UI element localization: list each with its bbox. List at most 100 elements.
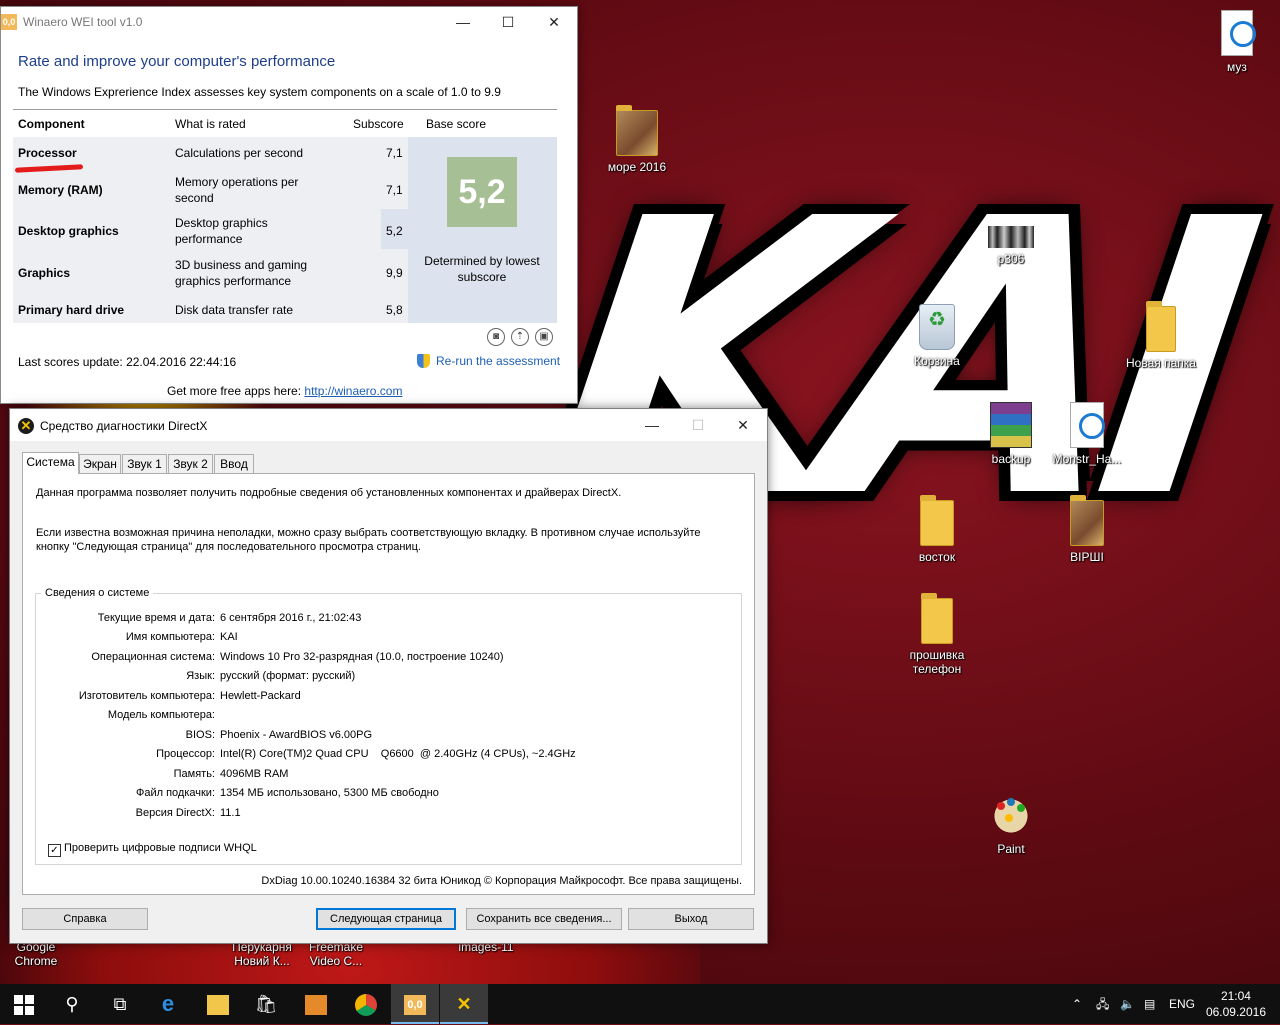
col-header-base-score: Base score <box>426 117 487 131</box>
info-value: Intel(R) Core(TM)2 Quad CPU Q6600 @ 2.40… <box>220 748 576 760</box>
save-icon[interactable]: ▣ <box>535 328 553 346</box>
row-hard-drive-component: Primary hard drive <box>18 303 125 317</box>
winrar-archive-icon <box>990 402 1032 448</box>
maximize-button[interactable]: ☐ <box>485 7 531 37</box>
start-button[interactable] <box>0 984 48 1024</box>
desktop-icon-proshivka[interactable]: прошивка телефон <box>889 593 985 676</box>
photo-folder-icon <box>1070 495 1104 546</box>
tab-display[interactable]: Экран <box>79 454 121 473</box>
col-header-component: Component <box>18 117 85 131</box>
desktop-icon-freemake[interactable]: Freemake Video C... <box>288 940 384 968</box>
camera-icon[interactable]: ◙ <box>487 328 505 346</box>
rerun-assessment-link[interactable]: Re-run the assessment <box>417 354 560 368</box>
store-icon: 🛍 <box>254 994 278 1014</box>
checkmark-icon: ✓ <box>48 844 61 857</box>
save-all-info-button[interactable]: Сохранить все сведения... <box>466 908 622 930</box>
photo-folder-icon <box>616 105 658 156</box>
task-view-button[interactable]: ⧉ <box>96 984 144 1024</box>
wei-app-icon: 0,0 <box>1 14 17 30</box>
notification-icon: ▤ <box>1144 997 1156 1011</box>
recycle-bin-icon <box>919 304 955 350</box>
info-value: 1354 МБ использовано, 5300 МБ свободно <box>220 787 439 799</box>
base-score-note: Determined by lowest subscore <box>424 254 540 284</box>
desktop-icon-paint[interactable]: Paint <box>963 794 1059 856</box>
tray-overflow-chevron[interactable]: ⌃ <box>1072 984 1082 1024</box>
divider <box>13 109 557 110</box>
dxdiag-titlebar[interactable]: ✕ Средство диагностики DirectX — ☐ ✕ <box>10 409 767 441</box>
taskbar: ⚲ ⧉ e 🛍 0,0 ✕ ⌃ 🖧 🔈 ▤ ENG 21:04 06.09.20… <box>0 984 1280 1024</box>
wei-app-icon: 0,0 <box>404 995 426 1016</box>
desktop-icon-more-2016[interactable]: море 2016 <box>589 105 685 174</box>
row-desktop-graphics-component: Desktop graphics <box>18 224 119 238</box>
audio-file-icon <box>1221 10 1256 56</box>
image-file-icon <box>988 226 1034 248</box>
intro-text-2: Если известна возможная причина неполадк… <box>36 527 701 553</box>
folder-icon <box>207 995 229 1016</box>
winaero-link[interactable]: http://winaero.com <box>304 384 402 398</box>
wei-description: The Windows Exprerience Index assesses k… <box>18 85 501 99</box>
dxdiag-version-footer: DxDiag 10.00.10240.16384 32 бита Юникод … <box>261 875 742 887</box>
row-memory-rated: Memory operations per second <box>175 175 299 205</box>
desktop-icon-chrome[interactable]: Google Chrome <box>0 940 84 968</box>
taskbar-media-player[interactable] <box>292 984 340 1024</box>
task-view-icon: ⧉ <box>113 994 127 1014</box>
wei-titlebar[interactable]: 0,0 Winaero WEI tool v1.0 — ☐ ✕ <box>1 7 577 37</box>
close-button[interactable]: ✕ <box>531 7 577 37</box>
audio-file-icon <box>1070 402 1105 448</box>
desktop-icon-muz[interactable]: муз <box>1189 10 1280 74</box>
row-memory-subscore: 7,1 <box>386 183 403 197</box>
tab-input[interactable]: Ввод <box>214 454 254 473</box>
info-value: Windows 10 Pro 32-разрядная (10.0, постр… <box>220 651 504 663</box>
taskbar-explorer[interactable] <box>194 984 242 1024</box>
row-processor-rated: Calculations per second <box>175 146 304 160</box>
col-header-rated: What is rated <box>175 117 246 131</box>
tab-sound-1[interactable]: Звук 1 <box>122 454 167 473</box>
folder-icon <box>921 593 953 644</box>
row-processor-subscore: 7,1 <box>386 146 403 160</box>
row-graphics-component: Graphics <box>18 266 71 280</box>
search-button[interactable]: ⚲ <box>48 984 96 1024</box>
wei-window-title: Winaero WEI tool v1.0 <box>23 15 143 29</box>
taskbar-store[interactable]: 🛍 <box>242 984 290 1024</box>
share-icon[interactable]: ⇡ <box>511 328 529 346</box>
desktop-icon-monstr[interactable]: Monstr_Ha... <box>1039 402 1135 466</box>
desktop-icon-p306[interactable]: p306 <box>963 226 1059 266</box>
whql-checkbox[interactable]: ✓ Проверить цифровые подписи WHQL <box>48 842 257 857</box>
taskbar-dxdiag[interactable]: ✕ <box>440 984 488 1024</box>
info-value: 11.1 <box>220 807 241 819</box>
tray-volume[interactable]: 🔈 <box>1120 984 1135 1024</box>
uac-shield-icon <box>417 354 430 368</box>
tray-clock[interactable]: 21:04 06.09.2016 <box>1206 988 1266 1020</box>
taskbar-chrome[interactable] <box>342 984 390 1024</box>
search-icon: ⚲ <box>65 994 79 1014</box>
folder-icon <box>1146 301 1176 352</box>
desktop-icon-recycle-bin[interactable]: Корзина <box>889 304 985 368</box>
minimize-button[interactable]: — <box>440 7 486 37</box>
row-desktop-graphics-subscore: 5,2 <box>386 224 403 238</box>
minimize-button[interactable]: — <box>629 410 675 440</box>
tab-sound-2[interactable]: Звук 2 <box>168 454 213 473</box>
row-graphics-subscore: 9,9 <box>386 266 403 280</box>
media-player-icon <box>305 995 327 1016</box>
info-value: 4096MB RAM <box>220 768 289 780</box>
tab-system[interactable]: Система <box>22 452 79 474</box>
info-value: KAI <box>220 631 238 643</box>
next-page-button[interactable]: Следующая страница <box>316 908 456 930</box>
desktop-icon-new-folder[interactable]: Новая папка <box>1113 301 1209 370</box>
close-button[interactable]: ✕ <box>720 410 766 440</box>
tray-network[interactable]: 🖧 <box>1096 984 1109 1024</box>
taskbar-wei-tool[interactable]: 0,0 <box>391 984 439 1024</box>
desktop-icon-virshi[interactable]: ВІРШІ <box>1039 495 1135 564</box>
paint-icon <box>991 794 1031 838</box>
tray-language[interactable]: ENG <box>1169 984 1195 1024</box>
desktop-icon-vostok[interactable]: восток <box>889 495 985 564</box>
intro-text-1: Данная программа позволяет получить подр… <box>36 487 622 499</box>
last-update-text: Last scores update: 22.04.2016 22:44:16 <box>18 355 237 369</box>
network-icon: 🖧 <box>1096 997 1110 1011</box>
row-hard-drive-rated: Disk data transfer rate <box>175 303 294 317</box>
taskbar-edge[interactable]: e <box>144 984 192 1024</box>
col-header-subscore: Subscore <box>353 117 404 131</box>
exit-button[interactable]: Выход <box>628 908 754 930</box>
tray-action-center[interactable]: ▤ <box>1144 984 1155 1024</box>
help-button[interactable]: Справка <box>22 908 148 930</box>
